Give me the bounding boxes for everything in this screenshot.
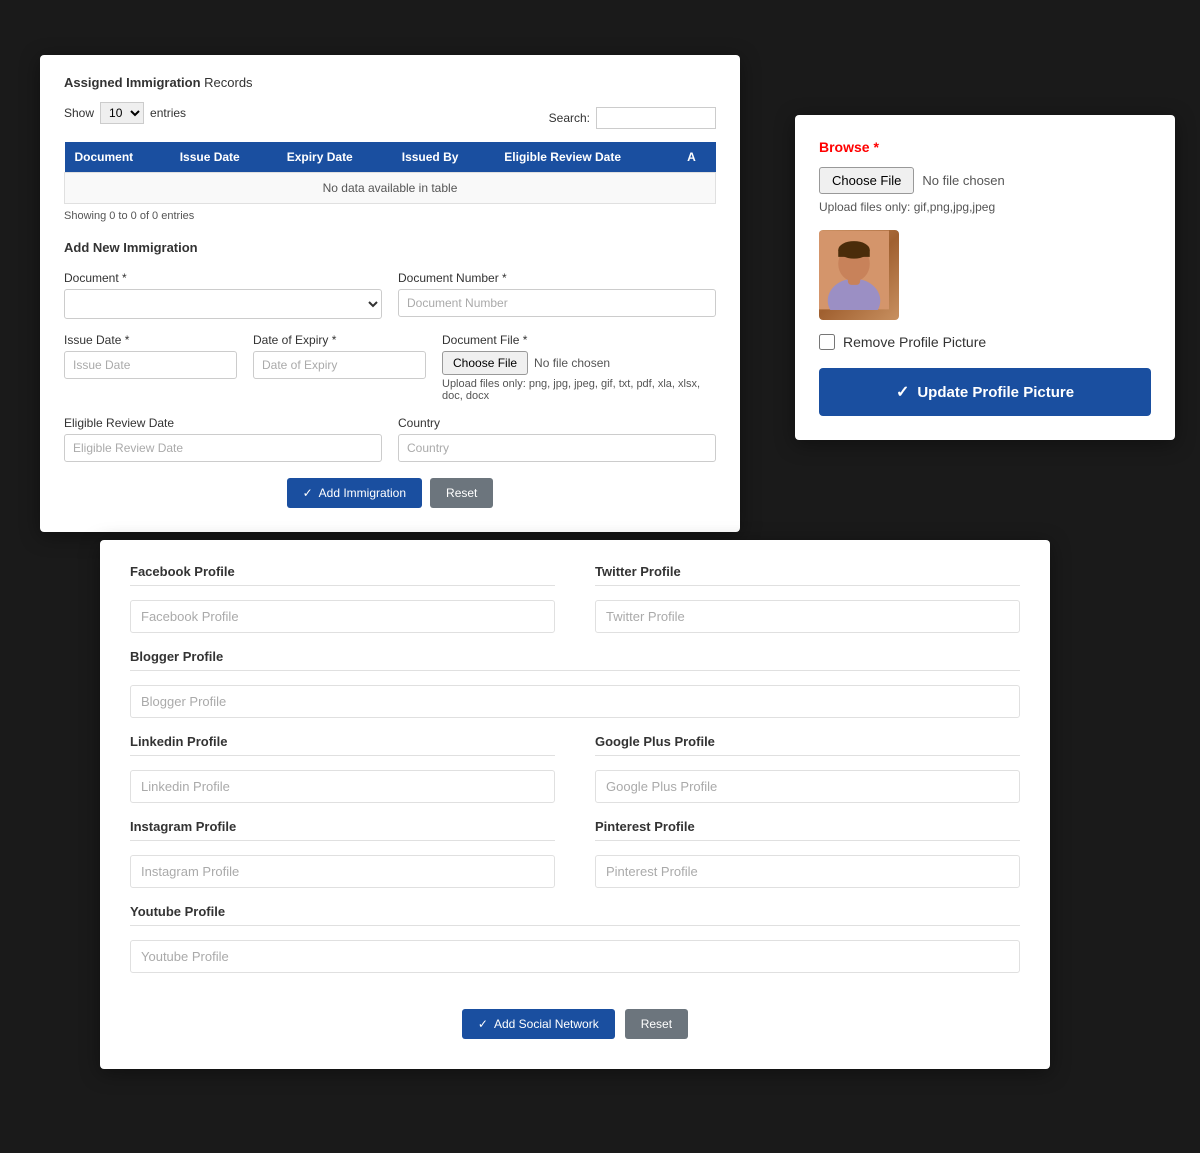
- document-select[interactable]: [64, 289, 382, 319]
- linkedin-field: Linkedin Profile: [130, 734, 555, 803]
- google-plus-label: Google Plus Profile: [595, 734, 1020, 749]
- eligible-review-label: Eligible Review Date: [64, 416, 382, 430]
- profile-no-file: No file chosen: [922, 173, 1004, 188]
- browse-label: Browse *: [819, 139, 1151, 155]
- entries-select[interactable]: 10 25 50: [100, 102, 144, 124]
- remove-profile-checkbox[interactable]: [819, 334, 835, 350]
- add-immigration-button[interactable]: Add Immigration: [287, 478, 422, 508]
- twitter-field: Twitter Profile: [595, 564, 1020, 633]
- instagram-field: Instagram Profile: [130, 819, 555, 888]
- country-label: Country: [398, 416, 716, 430]
- upload-hint: Upload files only: gif,png,jpg,jpeg: [819, 200, 1151, 214]
- youtube-label: Youtube Profile: [130, 904, 1020, 919]
- pinterest-input[interactable]: [595, 855, 1020, 888]
- pinterest-divider: [595, 840, 1020, 841]
- issue-date-input[interactable]: [64, 351, 237, 379]
- document-number-label: Document Number *: [398, 271, 716, 285]
- social-card: Facebook Profile Twitter Profile Blogger…: [100, 540, 1050, 1069]
- instagram-input[interactable]: [130, 855, 555, 888]
- google-plus-input[interactable]: [595, 770, 1020, 803]
- google-plus-field: Google Plus Profile: [595, 734, 1020, 803]
- facebook-field: Facebook Profile: [130, 564, 555, 633]
- add-new-title: Add New Immigration: [64, 240, 716, 255]
- search-label: Search:: [549, 111, 590, 125]
- date-of-expiry-input[interactable]: [253, 351, 426, 379]
- pinterest-label: Pinterest Profile: [595, 819, 1020, 834]
- document-label: Document *: [64, 271, 382, 285]
- col-actions: A: [677, 142, 715, 173]
- instagram-divider: [130, 840, 555, 841]
- linkedin-label: Linkedin Profile: [130, 734, 555, 749]
- immigration-card: Assigned Immigration Records Show 10 25 …: [40, 55, 740, 532]
- col-issued-by: Issued By: [392, 142, 495, 173]
- no-data-cell: No data available in table: [65, 173, 716, 204]
- facebook-divider: [130, 585, 555, 586]
- document-file-no-file: No file chosen: [534, 356, 610, 370]
- update-profile-button[interactable]: ✓ Update Profile Picture: [819, 368, 1151, 416]
- blogger-field: Blogger Profile: [130, 649, 1020, 718]
- blogger-divider: [130, 670, 1020, 671]
- col-eligible-review: Eligible Review Date: [494, 142, 677, 173]
- col-document: Document: [65, 142, 170, 173]
- youtube-field: Youtube Profile: [130, 904, 1020, 973]
- check-icon: [303, 486, 313, 500]
- social-form-grid: Facebook Profile Twitter Profile Blogger…: [130, 564, 1020, 989]
- document-file-hint: Upload files only: png, jpg, jpeg, gif, …: [442, 378, 716, 402]
- youtube-divider: [130, 925, 1020, 926]
- issue-date-label: Issue Date *: [64, 333, 237, 347]
- profile-card: Browse * Choose File No file chosen Uplo…: [795, 115, 1175, 440]
- country-input[interactable]: [398, 434, 716, 462]
- person-silhouette: [819, 230, 889, 310]
- profile-choose-btn[interactable]: Choose File: [819, 167, 914, 194]
- facebook-input[interactable]: [130, 600, 555, 633]
- remove-profile-row: Remove Profile Picture: [819, 334, 1151, 350]
- update-check-icon: ✓: [896, 382, 909, 402]
- immigration-section-title: Assigned Immigration Records: [64, 75, 716, 90]
- instagram-label: Instagram Profile: [130, 819, 555, 834]
- youtube-input[interactable]: [130, 940, 1020, 973]
- blogger-input[interactable]: [130, 685, 1020, 718]
- col-issue-date: Issue Date: [170, 142, 277, 173]
- linkedin-input[interactable]: [130, 770, 555, 803]
- date-of-expiry-label: Date of Expiry *: [253, 333, 426, 347]
- blogger-label: Blogger Profile: [130, 649, 1020, 664]
- linkedin-divider: [130, 755, 555, 756]
- remove-profile-label: Remove Profile Picture: [843, 334, 986, 350]
- facebook-label: Facebook Profile: [130, 564, 555, 579]
- social-check-icon: [478, 1017, 488, 1031]
- showing-text: Showing 0 to 0 of 0 entries: [64, 210, 716, 222]
- show-label: Show: [64, 106, 94, 120]
- entries-label: entries: [150, 106, 186, 120]
- twitter-divider: [595, 585, 1020, 586]
- reset-immigration-button[interactable]: Reset: [430, 478, 493, 508]
- profile-image: [819, 230, 899, 320]
- immigration-table: Document Issue Date Expiry Date Issued B…: [64, 142, 716, 204]
- document-number-input[interactable]: [398, 289, 716, 317]
- reset-social-button[interactable]: Reset: [625, 1009, 688, 1039]
- social-btn-actions: Add Social Network Reset: [130, 1009, 1020, 1039]
- twitter-input[interactable]: [595, 600, 1020, 633]
- document-file-label: Document File *: [442, 333, 716, 347]
- add-social-network-button[interactable]: Add Social Network: [462, 1009, 615, 1039]
- twitter-label: Twitter Profile: [595, 564, 1020, 579]
- document-file-choose-btn[interactable]: Choose File: [442, 351, 528, 375]
- col-expiry-date: Expiry Date: [277, 142, 392, 173]
- pinterest-field: Pinterest Profile: [595, 819, 1020, 888]
- eligible-review-input[interactable]: [64, 434, 382, 462]
- search-input[interactable]: [596, 107, 716, 129]
- google-plus-divider: [595, 755, 1020, 756]
